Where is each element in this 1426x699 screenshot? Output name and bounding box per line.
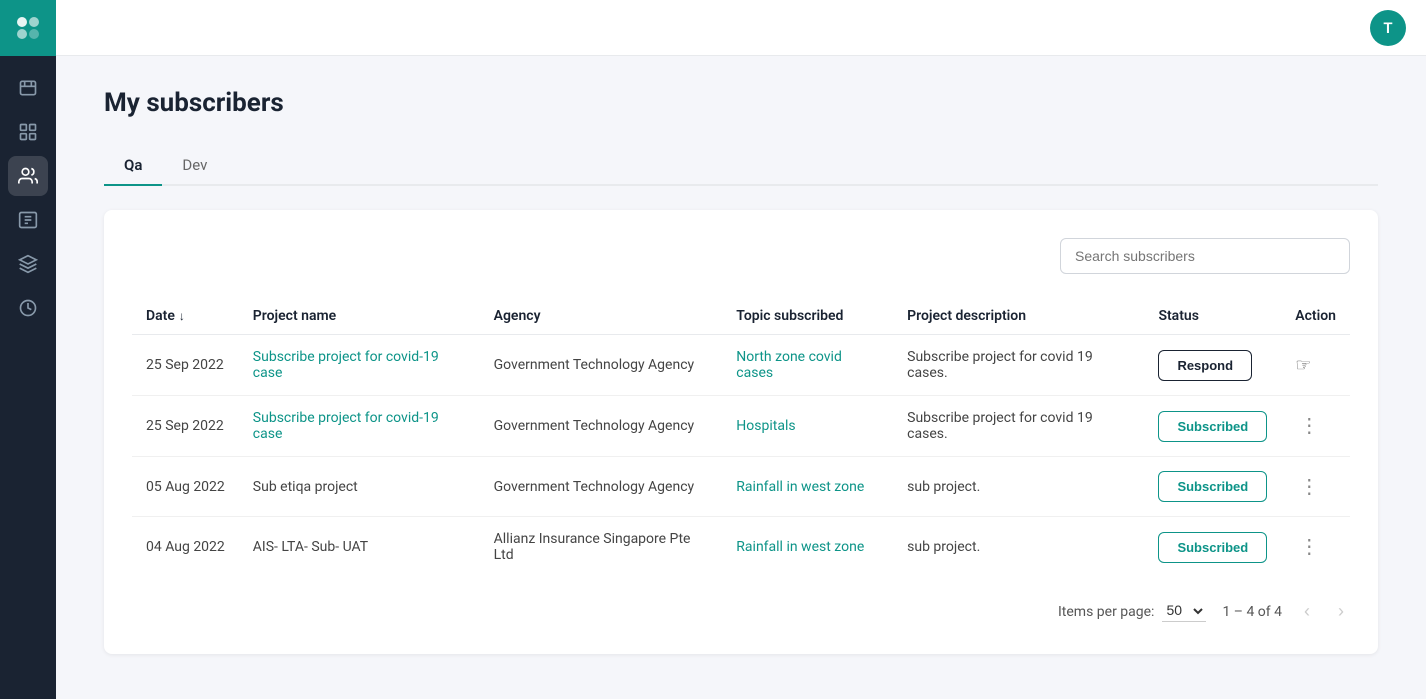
tab-qa[interactable]: Qa — [104, 146, 162, 186]
more-options-button[interactable]: ⋮ — [1295, 535, 1323, 559]
cell-topic: Hospitals — [722, 396, 893, 457]
cell-description: Subscribe project for covid 19 cases. — [893, 335, 1144, 396]
subscribed-button[interactable]: Subscribed — [1158, 471, 1267, 502]
sidebar-item-subscribers[interactable] — [8, 156, 48, 196]
pagination-prev-button[interactable]: ‹ — [1298, 597, 1316, 626]
subscribers-card: Date ↓ Project name Agency Topic subscri… — [104, 210, 1378, 654]
subscribed-button[interactable]: Subscribed — [1158, 411, 1267, 442]
topic-link[interactable]: Hospitals — [736, 418, 795, 434]
project-name-text: AIS- LTA- Sub- UAT — [253, 539, 368, 555]
sidebar-item-contacts[interactable] — [8, 200, 48, 240]
cell-description: sub project. — [893, 457, 1144, 517]
table-row: 04 Aug 2022 AIS- LTA- Sub- UAT Allianz I… — [132, 517, 1350, 578]
cell-topic: North zone covid cases — [722, 335, 893, 396]
pagination-info: 1 – 4 of 4 — [1222, 604, 1282, 620]
topbar: T — [56, 0, 1426, 56]
subscribed-button[interactable]: Subscribed — [1158, 532, 1267, 563]
cell-project: Subscribe project for covid-19 case — [239, 396, 480, 457]
cell-description: Subscribe project for covid 19 cases. — [893, 396, 1144, 457]
items-per-page: Items per page: 50 25 100 — [1058, 601, 1206, 622]
page-title: My subscribers — [104, 88, 1378, 118]
pagination-next-button[interactable]: › — [1332, 597, 1350, 626]
tab-dev[interactable]: Dev — [162, 146, 227, 186]
cell-agency: Government Technology Agency — [480, 335, 723, 396]
items-per-page-label: Items per page: — [1058, 604, 1154, 620]
topic-link[interactable]: North zone covid cases — [736, 349, 842, 381]
cell-agency: Allianz Insurance Singapore Pte Ltd — [480, 517, 723, 578]
cell-topic: Rainfall in west zone — [722, 457, 893, 517]
cursor-icon[interactable]: ☞ — [1295, 355, 1311, 376]
main-area: T My subscribers Qa Dev — [56, 0, 1426, 699]
cell-project: Subscribe project for covid-19 case — [239, 335, 480, 396]
sidebar-nav — [8, 56, 48, 699]
cell-status: Subscribed — [1144, 396, 1281, 457]
sort-icon[interactable]: ↓ — [179, 309, 185, 323]
more-options-button[interactable]: ⋮ — [1295, 475, 1323, 499]
cell-action: ⋮ — [1281, 517, 1350, 578]
cell-date: 25 Sep 2022 — [132, 396, 239, 457]
sidebar-item-inbox[interactable] — [8, 68, 48, 108]
cell-status: Subscribed — [1144, 517, 1281, 578]
col-header-status: Status — [1144, 298, 1281, 335]
items-per-page-select[interactable]: 50 25 100 — [1162, 601, 1206, 622]
table-body: 25 Sep 2022 Subscribe project for covid-… — [132, 335, 1350, 578]
search-wrapper — [1060, 238, 1350, 274]
table-row: 05 Aug 2022 Sub etiqa project Government… — [132, 457, 1350, 517]
col-header-project-name: Project name — [239, 298, 480, 335]
table-row: 25 Sep 2022 Subscribe project for covid-… — [132, 335, 1350, 396]
sidebar-item-history[interactable] — [8, 288, 48, 328]
cell-description: sub project. — [893, 517, 1144, 578]
cell-date: 25 Sep 2022 — [132, 335, 239, 396]
cell-project: AIS- LTA- Sub- UAT — [239, 517, 480, 578]
col-header-topic: Topic subscribed — [722, 298, 893, 335]
search-row — [132, 238, 1350, 274]
cell-date: 04 Aug 2022 — [132, 517, 239, 578]
project-name-link[interactable]: Subscribe project for covid-19 case — [253, 349, 439, 381]
cell-date: 05 Aug 2022 — [132, 457, 239, 517]
cell-agency: Government Technology Agency — [480, 457, 723, 517]
cell-agency: Government Technology Agency — [480, 396, 723, 457]
user-avatar[interactable]: T — [1370, 10, 1406, 46]
project-name-text: Sub etiqa project — [253, 479, 358, 495]
topic-link[interactable]: Rainfall in west zone — [736, 539, 864, 555]
sidebar-item-dashboard[interactable] — [8, 112, 48, 152]
table-row: 25 Sep 2022 Subscribe project for covid-… — [132, 396, 1350, 457]
cell-action: ☞ — [1281, 335, 1350, 396]
cell-status: Respond — [1144, 335, 1281, 396]
cell-project: Sub etiqa project — [239, 457, 480, 517]
col-header-description: Project description — [893, 298, 1144, 335]
sidebar — [0, 0, 56, 699]
sidebar-item-layers[interactable] — [8, 244, 48, 284]
respond-button[interactable]: Respond — [1158, 350, 1252, 381]
subscribers-table: Date ↓ Project name Agency Topic subscri… — [132, 298, 1350, 577]
cell-action: ⋮ — [1281, 457, 1350, 517]
col-header-date: Date ↓ — [132, 298, 239, 335]
col-header-agency: Agency — [480, 298, 723, 335]
cell-action: ⋮ — [1281, 396, 1350, 457]
project-name-link[interactable]: Subscribe project for covid-19 case — [253, 410, 439, 442]
tabs-container: Qa Dev — [104, 146, 1378, 186]
content-area: My subscribers Qa Dev Date — [56, 56, 1426, 699]
cell-status: Subscribed — [1144, 457, 1281, 517]
more-options-button[interactable]: ⋮ — [1295, 414, 1323, 438]
topic-link[interactable]: Rainfall in west zone — [736, 479, 864, 495]
cell-topic: Rainfall in west zone — [722, 517, 893, 578]
search-input[interactable] — [1060, 238, 1350, 274]
pagination-row: Items per page: 50 25 100 1 – 4 of 4 ‹ › — [132, 597, 1350, 626]
sidebar-logo[interactable] — [0, 0, 56, 56]
col-header-action: Action — [1281, 298, 1350, 335]
table-header: Date ↓ Project name Agency Topic subscri… — [132, 298, 1350, 335]
